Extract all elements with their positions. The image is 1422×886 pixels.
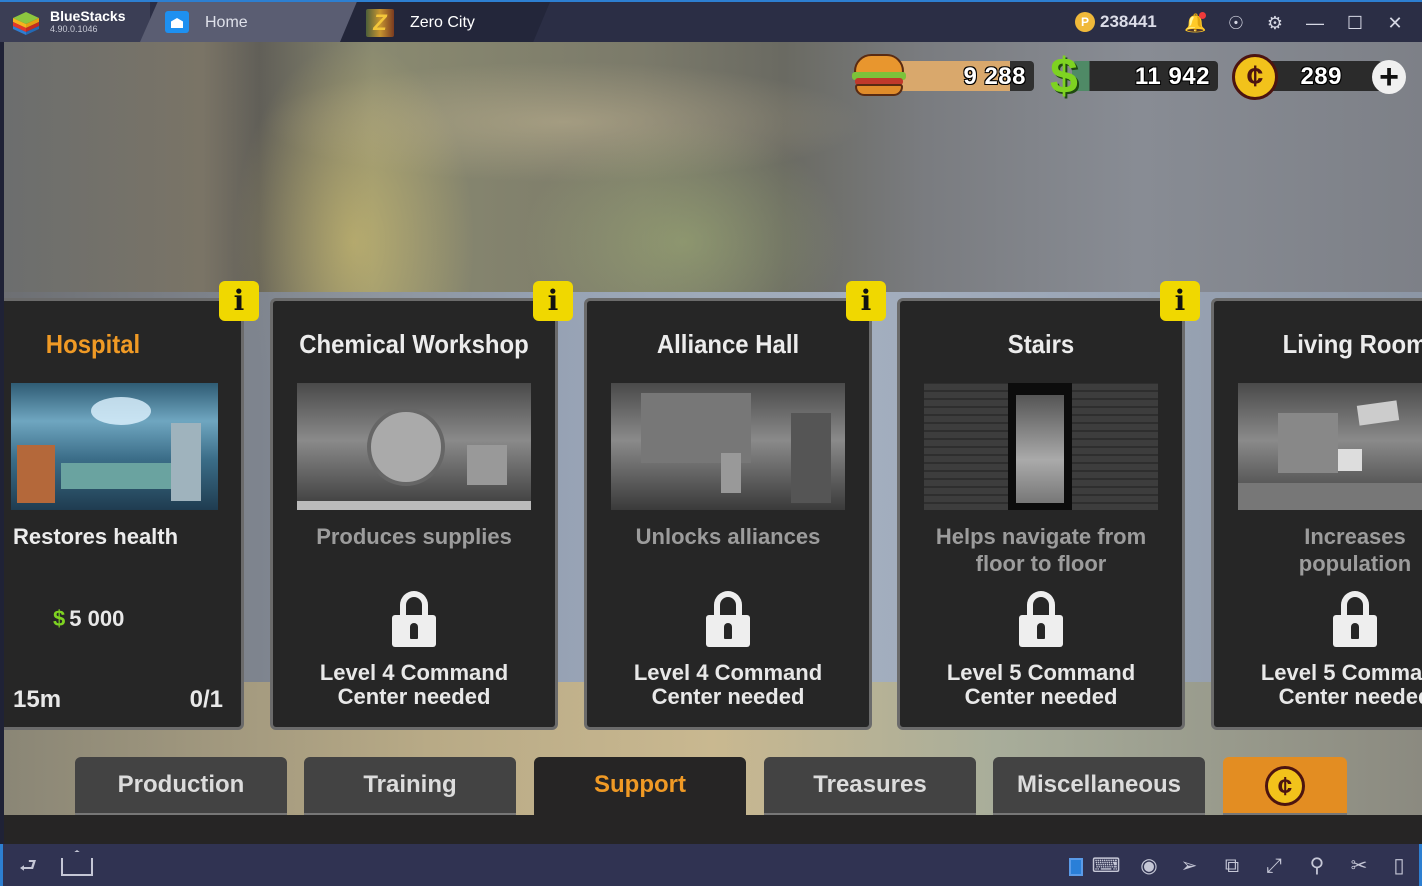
build-time: 15m [13, 686, 62, 713]
gold-coin-icon: ¢ [1232, 54, 1278, 100]
burger-icon [852, 54, 906, 96]
requirement-line: Center needed [1278, 684, 1422, 709]
brand-name: BlueStacks [50, 8, 126, 24]
bell-icon[interactable]: 🔔 [1184, 12, 1206, 34]
pointer-icon[interactable]: ➢ [1174, 854, 1204, 878]
rotate-icon[interactable]: ⧉ [1217, 854, 1247, 878]
living-room-image [1238, 383, 1422, 510]
card-price: $5 000 [53, 606, 124, 632]
fullscreen-icon[interactable]: ⤢ [1259, 854, 1289, 878]
version-label: 4.90.0.1046 [50, 24, 98, 34]
requirement-line: Center needed [964, 684, 1118, 709]
requirement-line: Level 4 Command [633, 660, 823, 685]
building-card-hospital[interactable]: Hospital Restores health $5 000 15m 0/1 [4, 298, 244, 730]
gold-coin-icon: ¢ [1265, 766, 1305, 806]
requirement-line: Center needed [651, 684, 805, 709]
maximize-icon[interactable]: ☐ [1344, 12, 1366, 34]
requirement-line: Center needed [337, 684, 491, 709]
card-title: Alliance Hall [656, 329, 800, 359]
title-bar: BlueStacks 4.90.0.1046 Home Z Zero City … [0, 0, 1422, 42]
dollar-icon: $ [53, 606, 66, 631]
android-home-icon[interactable] [61, 858, 93, 876]
card-description: Helps navigate from floor to floor [910, 523, 1172, 577]
tab-gold-shop[interactable]: ¢ [1223, 757, 1347, 815]
info-button-stairs[interactable]: i [1160, 281, 1200, 321]
card-title: Living Room [1282, 329, 1422, 359]
card-description: Unlocks alliances [635, 524, 821, 549]
info-button-chemical-workshop[interactable]: i [533, 281, 573, 321]
keyboard-indicator-icon[interactable] [1069, 858, 1083, 876]
card-description: Produces supplies [316, 524, 512, 549]
building-card-living-room[interactable]: Living Room Increases population Level 5… [1211, 298, 1422, 730]
requirement-line: Level 4 Command [319, 660, 509, 685]
minimize-icon[interactable]: — [1304, 12, 1326, 34]
build-count: 0/1 [189, 686, 223, 713]
bluestacks-coins[interactable]: P 238441 [1075, 12, 1157, 32]
zero-city-app-icon[interactable]: Z [366, 9, 394, 37]
tab-support[interactable]: Support [534, 757, 746, 817]
chemical-workshop-image [297, 383, 531, 510]
eye-icon[interactable]: ◉ [1134, 854, 1164, 878]
building-card-alliance-hall[interactable]: Alliance Hall Unlocks alliances Level 4 … [584, 298, 872, 730]
info-button-hospital[interactable]: i [219, 281, 259, 321]
android-nav-bar: ⮐ ⌨ ◉ ➢ ⧉ ⤢ ⚲ ✂ ▯ [0, 844, 1422, 886]
unlock-requirement: Level 5 Command Center needed [900, 661, 1182, 709]
description-line: floor to floor [975, 551, 1107, 576]
dollar-icon: $ [1050, 48, 1078, 104]
home-icon[interactable] [165, 11, 189, 33]
unlock-requirement: Level 4 Command Center needed [273, 661, 555, 709]
keyboard-icon[interactable]: ⌨ [1091, 854, 1121, 878]
info-button-alliance-hall[interactable]: i [846, 281, 886, 321]
bluestacks-brand: BlueStacks 4.90.0.1046 [0, 2, 150, 42]
tab-bar-base [4, 815, 1422, 844]
card-description: Increases population [1224, 523, 1422, 577]
add-gold-button[interactable]: + [1372, 60, 1406, 94]
lock-icon [1333, 591, 1377, 651]
tab-training[interactable]: Training [304, 757, 516, 815]
card-title: Stairs [1007, 329, 1075, 359]
shake-icon[interactable]: ▯ [1384, 854, 1414, 878]
back-icon[interactable]: ⮐ [13, 854, 43, 878]
lock-icon [392, 591, 436, 651]
hospital-image [11, 383, 218, 510]
card-title: Hospital [45, 329, 141, 359]
close-icon[interactable]: ✕ [1384, 12, 1406, 34]
alliance-hall-image [611, 383, 845, 510]
requirement-line: Level 5 Command [946, 660, 1136, 685]
coin-balance: 238441 [1100, 12, 1157, 31]
money-resource: 11 942 [1072, 61, 1218, 91]
location-icon[interactable]: ⚲ [1302, 854, 1332, 878]
unlock-requirement: Level 5 Command Center needed [1214, 661, 1422, 709]
price-value: 5 000 [69, 606, 125, 631]
building-card-chemical-workshop[interactable]: Chemical Workshop Produces supplies Leve… [270, 298, 558, 730]
tab-miscellaneous[interactable]: Miscellaneous [993, 757, 1205, 815]
money-value: 11 942 [1134, 63, 1210, 90]
pika-coin-icon: P [1075, 12, 1095, 32]
unlock-requirement: Level 4 Command Center needed [587, 661, 869, 709]
food-value: 9 288 [963, 63, 1026, 90]
tab-home-label[interactable]: Home [205, 14, 248, 32]
building-card-stairs[interactable]: Stairs Helps navigate from floor to floo… [897, 298, 1185, 730]
tab-treasures[interactable]: Treasures [764, 757, 976, 815]
description-line: Helps navigate from [935, 524, 1147, 549]
card-description: Restores health [13, 524, 179, 549]
requirement-line: Level 5 Command [1260, 660, 1422, 685]
description-line: Increases [1304, 524, 1406, 549]
bluestacks-logo-icon [13, 12, 39, 35]
game-viewport[interactable]: 9 288 11 942 $ 289 ¢ + Hospital Restores… [4, 42, 1422, 844]
lock-icon [706, 591, 750, 651]
scissors-icon[interactable]: ✂ [1344, 854, 1374, 878]
account-star-icon[interactable]: ☉ [1225, 12, 1247, 34]
gear-icon[interactable]: ⚙ [1264, 12, 1286, 34]
stairs-image [924, 383, 1158, 510]
gold-value: 289 [1300, 63, 1342, 90]
lock-icon [1019, 591, 1063, 651]
tab-production[interactable]: Production [75, 757, 287, 815]
notification-dot [1199, 12, 1206, 19]
card-title: Chemical Workshop [299, 329, 529, 359]
description-line: population [1298, 551, 1412, 576]
tab-zero-city-label[interactable]: Zero City [410, 14, 475, 32]
